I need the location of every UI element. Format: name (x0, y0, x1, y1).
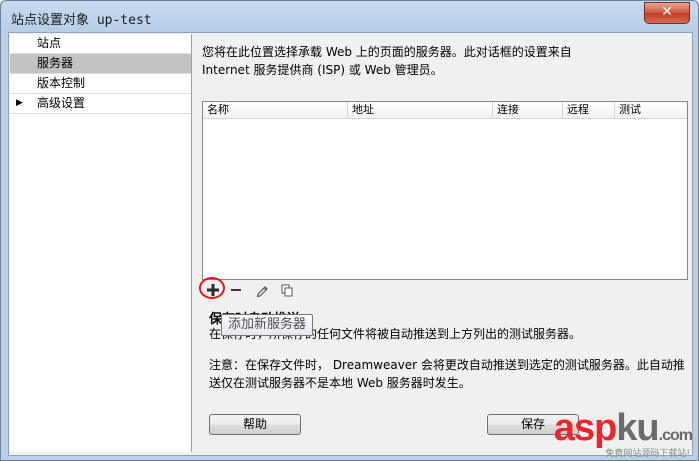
pencil-icon (256, 286, 268, 297)
close-button[interactable]: ✕ (644, 2, 690, 24)
column-header-remote[interactable]: 远程 (563, 102, 615, 118)
servers-panel: 您将在此位置选择承载 Web 上的页面的服务器。此对话框的设置来自 Intern… (199, 33, 692, 455)
note-line: 注意：在保存文件时， Dreamweaver 会将更改自动推送到选定的测试服务器… (209, 358, 685, 372)
sidebar-item-servers[interactable]: 服务器 (10, 54, 191, 74)
category-sidebar: 站点 服务器 版本控制 ▶ 高级设置 (10, 34, 192, 452)
description-line: Internet 服务提供商 (ISP) 或 Web 管理员。 (202, 63, 443, 77)
title-bar[interactable]: 站点设置对象 up-test ✕ (1, 1, 698, 31)
sidebar-item-label: 站点 (37, 36, 62, 50)
description-line: 您将在此位置选择承载 Web 上的页面的服务器。此对话框的设置来自 (202, 45, 572, 59)
add-server-button[interactable] (199, 277, 225, 300)
column-header-connection[interactable]: 连接 (493, 102, 563, 118)
panel-description: 您将在此位置选择承载 Web 上的页面的服务器。此对话框的设置来自 Intern… (202, 43, 682, 79)
remove-server-button[interactable] (226, 280, 246, 300)
note-line: 送仅在测试服务器不是本地 Web 服务器时发生。 (209, 376, 471, 390)
sidebar-item-site[interactable]: 站点 (10, 34, 191, 54)
duplicate-icon (281, 284, 293, 297)
minus-icon (231, 289, 241, 291)
window-title: 站点设置对象 up-test (11, 13, 152, 28)
duplicate-server-button[interactable] (277, 280, 297, 300)
dialog-client-area: 站点 服务器 版本控制 ▶ 高级设置 您将在此位置选择承载 Web 上的页面的服… (8, 32, 693, 456)
sidebar-item-version-control[interactable]: 版本控制 (10, 74, 191, 94)
auto-push-note: 注意：在保存文件时， Dreamweaver 会将更改自动推送到选定的测试服务器… (209, 356, 689, 392)
edit-server-button[interactable] (252, 280, 272, 300)
table-header: 名称 地址 连接 远程 测试 (203, 102, 687, 119)
sidebar-item-label: 版本控制 (37, 76, 86, 90)
server-list-table[interactable]: 名称 地址 连接 远程 测试 (202, 101, 688, 280)
expand-arrow-icon[interactable]: ▶ (16, 94, 23, 113)
column-header-testing[interactable]: 测试 (615, 102, 687, 118)
column-header-address[interactable]: 地址 (348, 102, 493, 118)
plus-icon (207, 284, 219, 296)
sidebar-item-label: 服务器 (37, 56, 74, 70)
column-header-name[interactable]: 名称 (203, 102, 348, 118)
watermark: aspku.com 免费网站源码下载站! (526, 408, 696, 459)
sidebar-item-label: 高级设置 (37, 96, 86, 110)
sidebar-item-advanced-settings[interactable]: ▶ 高级设置 (10, 94, 191, 114)
server-toolbar (199, 277, 402, 300)
add-server-tooltip: 添加新服务器 (221, 314, 314, 336)
help-button[interactable]: 帮助 (209, 414, 301, 435)
site-setup-dialog: 站点设置对象 up-test ✕ 站点 服务器 版本控制 ▶ 高级设置 您将在此… (0, 0, 699, 461)
watermark-subtitle: 免费网站源码下载站! (605, 449, 690, 459)
